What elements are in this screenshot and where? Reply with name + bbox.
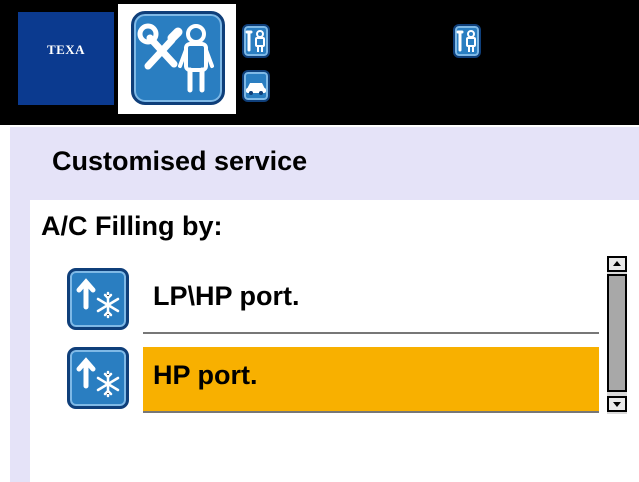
refill-up-snowflake-icon[interactable] [67,268,129,330]
page-title: Customised service [52,146,308,176]
texa-logo [18,12,114,105]
option-label: HP port. [153,360,258,390]
option-hp-port[interactable]: HP port. [143,347,599,413]
service-tools-person-icon[interactable] [131,11,225,105]
scroll-down-button[interactable] [607,396,627,412]
tools-person-icon[interactable] [453,24,481,58]
scrollbar-thumb[interactable] [607,274,627,392]
refill-up-snowflake-icon[interactable] [67,347,129,409]
left-margin-strip [10,200,30,482]
option-label: LP\HP port. [153,281,300,311]
tools-person-icon[interactable] [242,24,270,58]
menu-panel [30,200,639,482]
scroll-up-button[interactable] [607,256,627,272]
option-lp-hp-port[interactable]: LP\HP port. [143,268,599,334]
menu-heading: A/C Filling by: [41,211,223,241]
car-icon[interactable] [242,70,270,102]
logo-text: TEXA [46,42,86,57]
